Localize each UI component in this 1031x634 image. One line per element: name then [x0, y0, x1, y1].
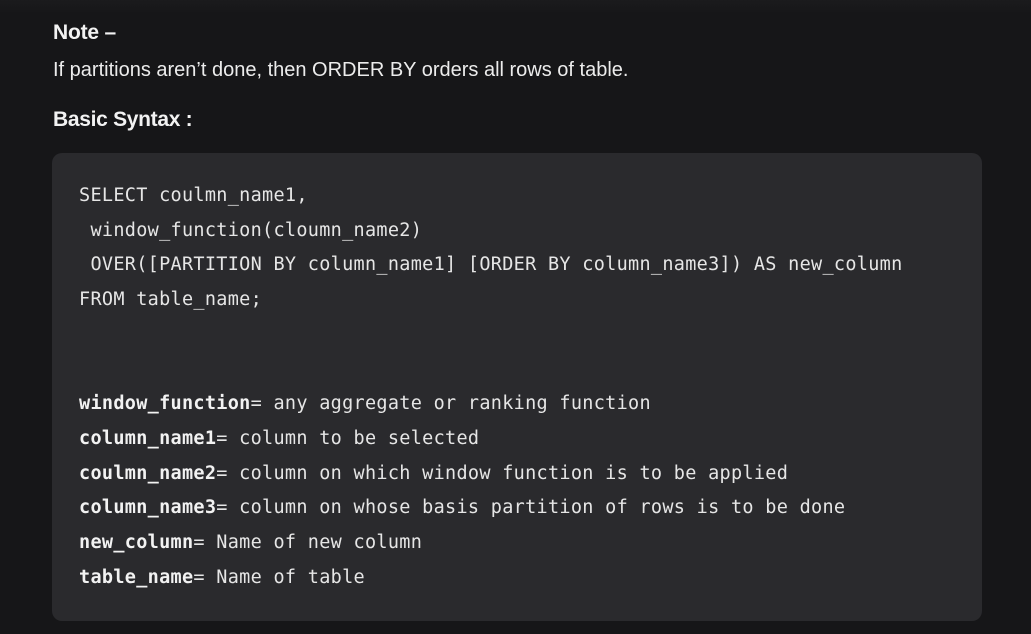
definition-desc: = Name of table: [193, 567, 365, 588]
definition-desc: = column on which window function is to …: [216, 463, 789, 484]
definition-line: table_name= Name of table: [79, 566, 365, 590]
code-block[interactable]: SELECT coulmn_name1, window_function(clo…: [52, 153, 982, 621]
syntax-heading: Basic Syntax :: [53, 108, 193, 131]
definition-term: table_name: [79, 567, 194, 588]
definition-term: new_column: [79, 532, 194, 553]
code-line-over-clause: OVER([PARTITION BY column_name1] [ORDER …: [79, 254, 903, 275]
definition-line: new_column= Name of new column: [79, 531, 422, 555]
definition-term: column_name3: [79, 497, 217, 518]
definition-term: column_name1: [79, 428, 217, 449]
code-line-window-function: window_function(cloumn_name2): [79, 220, 423, 241]
code-line-select: SELECT coulmn_name1,: [79, 185, 308, 206]
definition-line: column_name3= column on whose basis part…: [79, 496, 845, 520]
article-page: Note – If partitions aren’t done, then O…: [0, 0, 1031, 634]
definition-desc: = column on whose basis partition of row…: [216, 497, 846, 518]
definition-desc: = any aggregate or ranking function: [250, 393, 651, 414]
note-heading: Note –: [53, 21, 116, 44]
definition-desc: = Name of new column: [193, 532, 423, 553]
definition-line: coulmn_name2= column on which window fun…: [79, 462, 788, 486]
note-text: If partitions aren’t done, then ORDER BY…: [53, 59, 629, 81]
code-line-from: FROM table_name;: [79, 289, 263, 310]
definition-term: window_function: [79, 393, 251, 414]
definition-desc: = column to be selected: [216, 428, 480, 449]
definition-line: window_function= any aggregate or rankin…: [79, 392, 651, 416]
definition-line: column_name1= column to be selected: [79, 427, 479, 451]
definition-term: coulmn_name2: [79, 463, 217, 484]
